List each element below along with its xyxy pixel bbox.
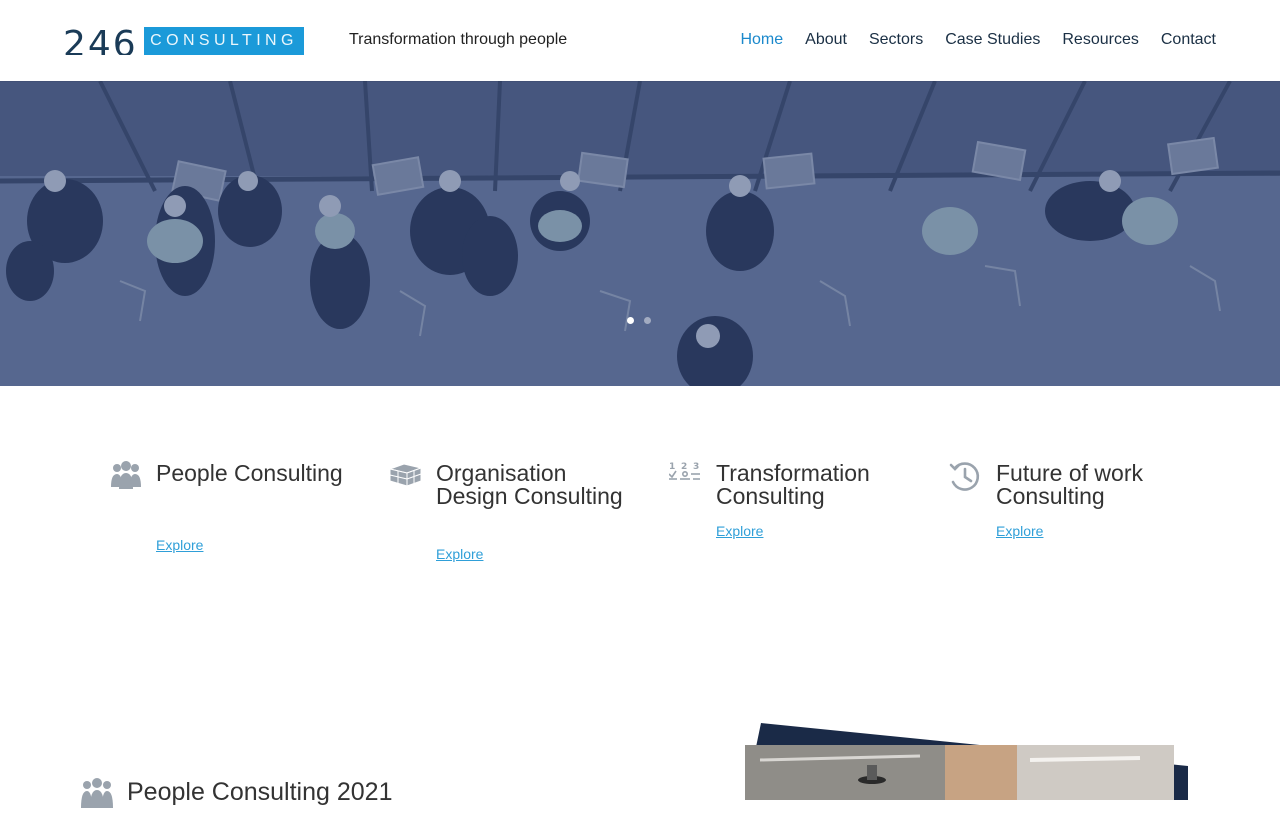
nav-sectors[interactable]: Sectors	[869, 31, 923, 49]
hero-slider[interactable]	[0, 81, 1280, 386]
logo-wordmark: CONSULTING	[144, 27, 304, 55]
slider-dot-2[interactable]	[644, 317, 651, 324]
logo-number: 246	[63, 24, 138, 55]
nav-resources[interactable]: Resources	[1062, 31, 1138, 49]
hero-image	[0, 81, 1280, 386]
svg-text:3: 3	[693, 462, 699, 472]
clock-history-icon	[949, 462, 980, 491]
tagline: Transformation through people	[349, 31, 568, 48]
nav-contact[interactable]: Contact	[1161, 31, 1216, 49]
nav-case-studies[interactable]: Case Studies	[945, 31, 1040, 49]
nav-home[interactable]: Home	[740, 31, 783, 49]
service-title: Transformation Consulting	[716, 460, 870, 509]
nav-about[interactable]: About	[805, 31, 847, 49]
explore-link[interactable]: Explore	[156, 537, 203, 553]
people-icon	[81, 778, 113, 808]
logo[interactable]: 246 CONSULTING	[63, 22, 308, 58]
service-title: People Consulting	[156, 460, 343, 486]
site-header: 246 CONSULTING Transformation through pe…	[0, 0, 1280, 81]
people-icon	[111, 461, 141, 489]
section-title: People Consulting 2021	[127, 778, 393, 806]
service-title: Future of work Consulting	[996, 460, 1143, 509]
svg-text:1: 1	[669, 462, 675, 472]
service-title: Organisation Design Consulting	[436, 460, 623, 509]
blocks-icon	[389, 463, 423, 487]
svg-text:2: 2	[681, 462, 687, 472]
explore-link[interactable]: Explore	[996, 523, 1043, 539]
slider-dots	[627, 317, 651, 324]
explore-link[interactable]: Explore	[716, 523, 763, 539]
section-photo	[740, 720, 1200, 820]
explore-link[interactable]: Explore	[436, 546, 483, 562]
slider-dot-1[interactable]	[627, 317, 634, 324]
main-nav: Home About Sectors Case Studies Resource…	[740, 31, 1216, 49]
steps-icon: 123	[669, 462, 700, 480]
